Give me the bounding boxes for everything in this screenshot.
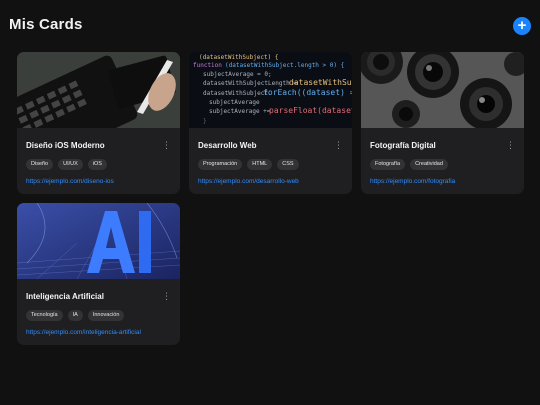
svg-text:datasetWithSubjectLength =: datasetWithSubjectLength = [203, 80, 297, 87]
tag[interactable]: iOS [87, 159, 107, 170]
tag[interactable]: Programación [198, 159, 243, 170]
card-title: Inteligencia Artificial [26, 292, 104, 301]
tag[interactable]: HTML [247, 159, 273, 170]
tablet-stylus-image [17, 52, 180, 128]
svg-text:(datasetWithSubject) {: (datasetWithSubject) { [199, 54, 278, 61]
svg-text:datasetWithSubject.: datasetWithSubject. [203, 90, 272, 97]
svg-text:function: function [193, 62, 222, 69]
card-link[interactable]: https://ejemplo.com/fotografia [370, 178, 455, 185]
more-vertical-icon[interactable]: ⋮ [506, 140, 515, 150]
svg-text:subjectAverage: subjectAverage [209, 99, 260, 106]
more-vertical-icon[interactable]: ⋮ [162, 140, 171, 150]
card-digital-photography[interactable]: Fotografía Digital ⋮ Fotografía Creativi… [361, 52, 524, 194]
card-grid: Diseño iOS Moderno ⋮ Diseño UI/UX iOS ht… [17, 52, 524, 345]
svg-text:datasetWithSu: datasetWithSu [289, 78, 352, 87]
ai-letters-image [17, 203, 180, 279]
tag[interactable]: Innovación [87, 310, 125, 321]
svg-text:forEach((dataset) => {: forEach((dataset) => { [263, 88, 352, 97]
tag[interactable]: IA [67, 310, 83, 321]
tag[interactable]: UI/UX [58, 159, 83, 170]
tag-list: Fotografía Creatividad [370, 159, 448, 170]
card-web-development[interactable]: (datasetWithSubject) { function (datasetW… [189, 52, 352, 194]
svg-text:subjectAverage = 0;: subjectAverage = 0; [203, 71, 272, 78]
more-vertical-icon[interactable]: ⋮ [162, 291, 171, 301]
tag[interactable]: CSS [277, 159, 299, 170]
tag[interactable]: Diseño [26, 159, 54, 170]
plus-icon: + [517, 17, 527, 34]
page-title: Mis Cards [9, 16, 83, 33]
card-title: Desarrollo Web [198, 141, 257, 150]
more-vertical-icon[interactable]: ⋮ [334, 140, 343, 150]
card-title: Fotografía Digital [370, 141, 436, 150]
card-link[interactable]: https://ejemplo.com/desarrollo-web [198, 178, 299, 185]
tag[interactable]: Tecnología [26, 310, 63, 321]
add-card-button[interactable]: + [513, 17, 531, 35]
tag[interactable]: Fotografía [370, 159, 406, 170]
svg-text:}: } [203, 118, 207, 125]
tag-list: Diseño UI/UX iOS [26, 159, 107, 170]
tag[interactable]: Creatividad [410, 159, 448, 170]
code-editor-image: (datasetWithSubject) { function (datasetW… [189, 52, 352, 128]
tag-list: Programación HTML CSS [198, 159, 299, 170]
svg-text:parseFloat(dataset[: parseFloat(dataset[ [269, 106, 352, 115]
header: Mis Cards + [0, 0, 540, 52]
card-link[interactable]: https://ejemplo.com/inteligencia-artific… [26, 329, 141, 336]
card-title: Diseño iOS Moderno [26, 141, 105, 150]
svg-text:subjectAverage +=: subjectAverage += [209, 108, 271, 115]
camera-lenses-image [361, 52, 524, 128]
card-ios-design[interactable]: Diseño iOS Moderno ⋮ Diseño UI/UX iOS ht… [17, 52, 180, 194]
tag-list: Tecnología IA Innovación [26, 310, 125, 321]
card-artificial-intelligence[interactable]: Inteligencia Artificial ⋮ Tecnología IA … [17, 203, 180, 345]
card-link[interactable]: https://ejemplo.com/diseno-ios [26, 178, 114, 185]
svg-text:(datasetWithSubject.length > 0: (datasetWithSubject.length > 0) { [225, 62, 344, 69]
